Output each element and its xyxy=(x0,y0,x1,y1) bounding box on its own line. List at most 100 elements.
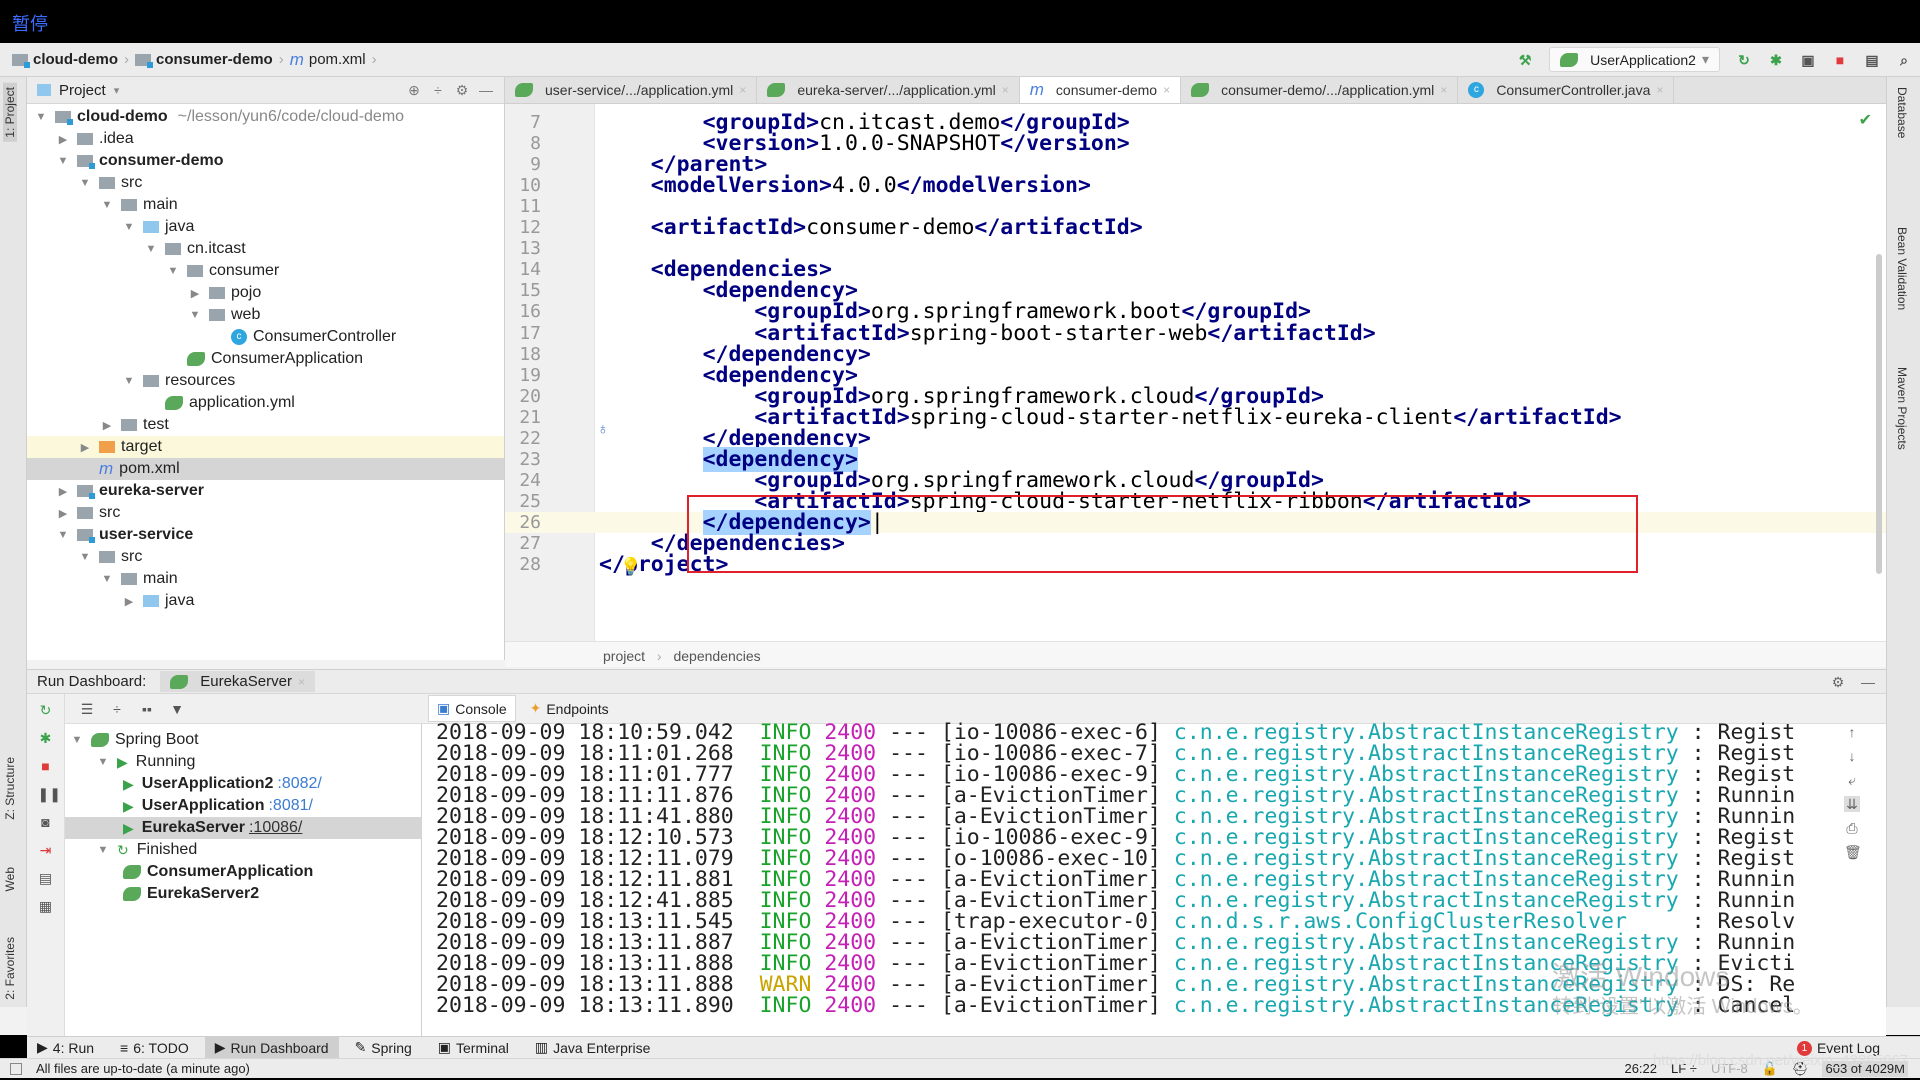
chevron-down-icon[interactable]: ▼ xyxy=(123,375,135,387)
close-icon[interactable]: × xyxy=(1163,83,1170,97)
rerun-icon[interactable]: ↻ xyxy=(1736,52,1752,68)
chevron-down-icon[interactable]: ▼ xyxy=(123,221,135,233)
editor-tab[interactable]: eureka-server/.../application.yml × xyxy=(757,77,1020,103)
run-item-port[interactable]: :10086/ xyxy=(249,819,302,837)
xml-crumb-dependencies[interactable]: dependencies xyxy=(673,648,760,664)
tree-item[interactable]: ▼ java xyxy=(27,216,504,238)
chevron-right-icon[interactable]: ▶ xyxy=(101,419,113,432)
bottom-tab[interactable]: ▶ 4: Run xyxy=(27,1037,104,1058)
tree-item[interactable]: ▶ java xyxy=(27,590,504,612)
tree-item[interactable]: ▼ cn.itcast xyxy=(27,238,504,260)
stop-icon[interactable]: ■ xyxy=(1832,52,1848,68)
tree-item[interactable]: ▶ test xyxy=(27,414,504,436)
editor-tab[interactable]: user-service/.../application.yml × xyxy=(505,77,758,103)
chevron-down-icon[interactable]: ▼ xyxy=(101,199,113,211)
tool-tab-project[interactable]: 1: Project xyxy=(3,83,17,142)
chevron-down-icon[interactable]: ▼ xyxy=(97,756,109,768)
arrow-down-icon[interactable]: ↓ xyxy=(1844,748,1860,764)
toggle-tool-windows-icon[interactable] xyxy=(10,1062,22,1075)
tool-tab-favorites[interactable]: 2: Favorites xyxy=(3,937,17,1000)
bottom-tab[interactable]: ▣ Terminal xyxy=(428,1037,519,1058)
tree-item[interactable]: ▼ main xyxy=(27,194,504,216)
arrow-up-icon[interactable]: ↑ xyxy=(1844,724,1860,740)
chevron-down-icon[interactable]: ▼ xyxy=(167,265,179,277)
build-hammer-icon[interactable]: ⚒ xyxy=(1517,52,1533,68)
chevron-right-icon[interactable]: ▶ xyxy=(57,133,69,146)
run-tree-item[interactable]: ▶ EurekaServer:10086/ xyxy=(65,817,422,839)
run-tree-item[interactable]: ▼ ▶ Running xyxy=(65,751,422,773)
pause-icon[interactable]: ❚❚ xyxy=(38,786,61,802)
crumb-consumer-demo[interactable]: consumer-demo xyxy=(135,51,273,68)
run-config-select[interactable]: UserApplication2 ▾ xyxy=(1549,47,1720,72)
collapse-all-icon[interactable]: ÷ xyxy=(430,82,446,98)
tree-item[interactable]: ▼ src xyxy=(27,172,504,194)
print-icon[interactable]: ⎙ xyxy=(1844,820,1860,836)
run-item-port[interactable]: :8081/ xyxy=(268,797,312,815)
run-tree-item[interactable]: ▶ UserApplication:8081/ xyxy=(65,795,422,817)
bottom-tab[interactable]: ▥ Java Enterprise xyxy=(525,1037,661,1058)
trash-icon[interactable]: 🗑 xyxy=(1844,844,1862,860)
scroll-to-end-icon[interactable]: ⇊ xyxy=(1844,796,1860,812)
group-by-icon[interactable]: ▪▪ xyxy=(139,701,155,717)
collapse-all-icon[interactable]: ÷ xyxy=(109,701,125,717)
tool-tab-structure[interactable]: Z: Structure xyxy=(3,757,17,820)
search-icon[interactable]: ⌕ xyxy=(1896,52,1912,68)
chevron-down-icon[interactable]: ▼ xyxy=(79,177,91,189)
chevron-down-icon[interactable]: ▼ xyxy=(35,111,47,123)
hide-icon[interactable]: — xyxy=(1860,674,1876,690)
chevron-down-icon[interactable]: ▼ xyxy=(97,844,109,856)
pause-label[interactable]: 暂停 xyxy=(12,10,48,36)
tree-item[interactable]: ▼ cloud-demo ~/lesson/yun6/code/cloud-demo xyxy=(27,106,504,128)
crumb-pom[interactable]: m pom.xml xyxy=(290,50,366,70)
tool-tab-maven-projects[interactable]: Maven Projects xyxy=(1895,367,1909,450)
tree-item[interactable]: ▼ web xyxy=(27,304,504,326)
tree-item[interactable]: ▼ src xyxy=(27,546,504,568)
debug-bug-icon[interactable]: ✱ xyxy=(1768,52,1784,68)
exit-icon[interactable]: ⇥ xyxy=(38,842,54,858)
chevron-down-icon[interactable]: ▼ xyxy=(57,529,69,541)
chevron-right-icon[interactable]: ▶ xyxy=(123,595,135,608)
bottom-tab[interactable]: ≡ 6: TODO xyxy=(110,1038,199,1058)
project-structure-icon[interactable]: ▤ xyxy=(1864,52,1880,68)
run-tree-item[interactable]: ▼ ↻ Finished xyxy=(65,839,422,861)
chevron-right-icon[interactable]: ▶ xyxy=(57,507,69,520)
editor-scrollbar[interactable] xyxy=(1876,254,1882,574)
crumb-cloud-demo[interactable]: cloud-demo xyxy=(12,51,118,68)
chevron-down-icon[interactable]: ▼ xyxy=(71,734,83,746)
chevron-down-icon[interactable]: ▾ xyxy=(114,84,120,97)
run-tree-item[interactable]: EurekaServer2 xyxy=(65,883,422,905)
tree-item[interactable]: c ConsumerController xyxy=(27,326,504,348)
tree-item[interactable]: ▶ .idea xyxy=(27,128,504,150)
tree-item[interactable]: m pom.xml xyxy=(27,458,504,480)
tree-item[interactable]: ▼ main xyxy=(27,568,504,590)
tree-item[interactable]: ▼ resources xyxy=(27,370,504,392)
close-icon[interactable]: × xyxy=(1440,83,1447,97)
locate-icon[interactable]: ⊕ xyxy=(406,82,422,98)
tab-endpoints[interactable]: ✦ Endpoints xyxy=(522,696,617,721)
run-item-port[interactable]: :8082/ xyxy=(277,775,321,793)
chevron-down-icon[interactable]: ▼ xyxy=(101,573,113,585)
tree-item[interactable]: ▶ target xyxy=(27,436,504,458)
gear-icon[interactable]: ⚙ xyxy=(454,82,470,98)
close-icon[interactable]: × xyxy=(739,83,746,97)
chevron-right-icon[interactable]: ▶ xyxy=(57,485,69,498)
editor-tab[interactable]: c ConsumerController.java × xyxy=(1458,77,1675,103)
bottom-tab[interactable]: ▶ Run Dashboard xyxy=(204,1037,339,1058)
bottom-tab[interactable]: ✎ Spring xyxy=(345,1037,422,1058)
tool-tab-web[interactable]: Web xyxy=(3,867,17,891)
coverage-icon[interactable]: ▣ xyxy=(1800,52,1816,68)
run-tree-item[interactable]: ▶ UserApplication2:8082/ xyxy=(65,773,422,795)
rerun-icon[interactable]: ↻ xyxy=(38,702,54,718)
chevron-down-icon[interactable]: ▼ xyxy=(189,309,201,321)
filter-icon[interactable]: ▼ xyxy=(169,701,185,717)
tree-item[interactable]: ▶ src xyxy=(27,502,504,524)
chevron-down-icon[interactable]: ▼ xyxy=(145,243,157,255)
debug-icon[interactable]: ✱ xyxy=(38,730,54,746)
editor-tab[interactable]: m consumer-demo × xyxy=(1019,77,1182,103)
layout-grid-icon[interactable]: ▦ xyxy=(38,898,54,914)
project-view-select[interactable]: Project xyxy=(59,82,106,99)
tree-item[interactable]: ▶ pojo xyxy=(27,282,504,304)
chevron-down-icon[interactable]: ▼ xyxy=(57,155,69,167)
tool-tab-bean-validation[interactable]: Bean Validation xyxy=(1895,227,1909,310)
close-icon[interactable]: × xyxy=(298,675,305,689)
